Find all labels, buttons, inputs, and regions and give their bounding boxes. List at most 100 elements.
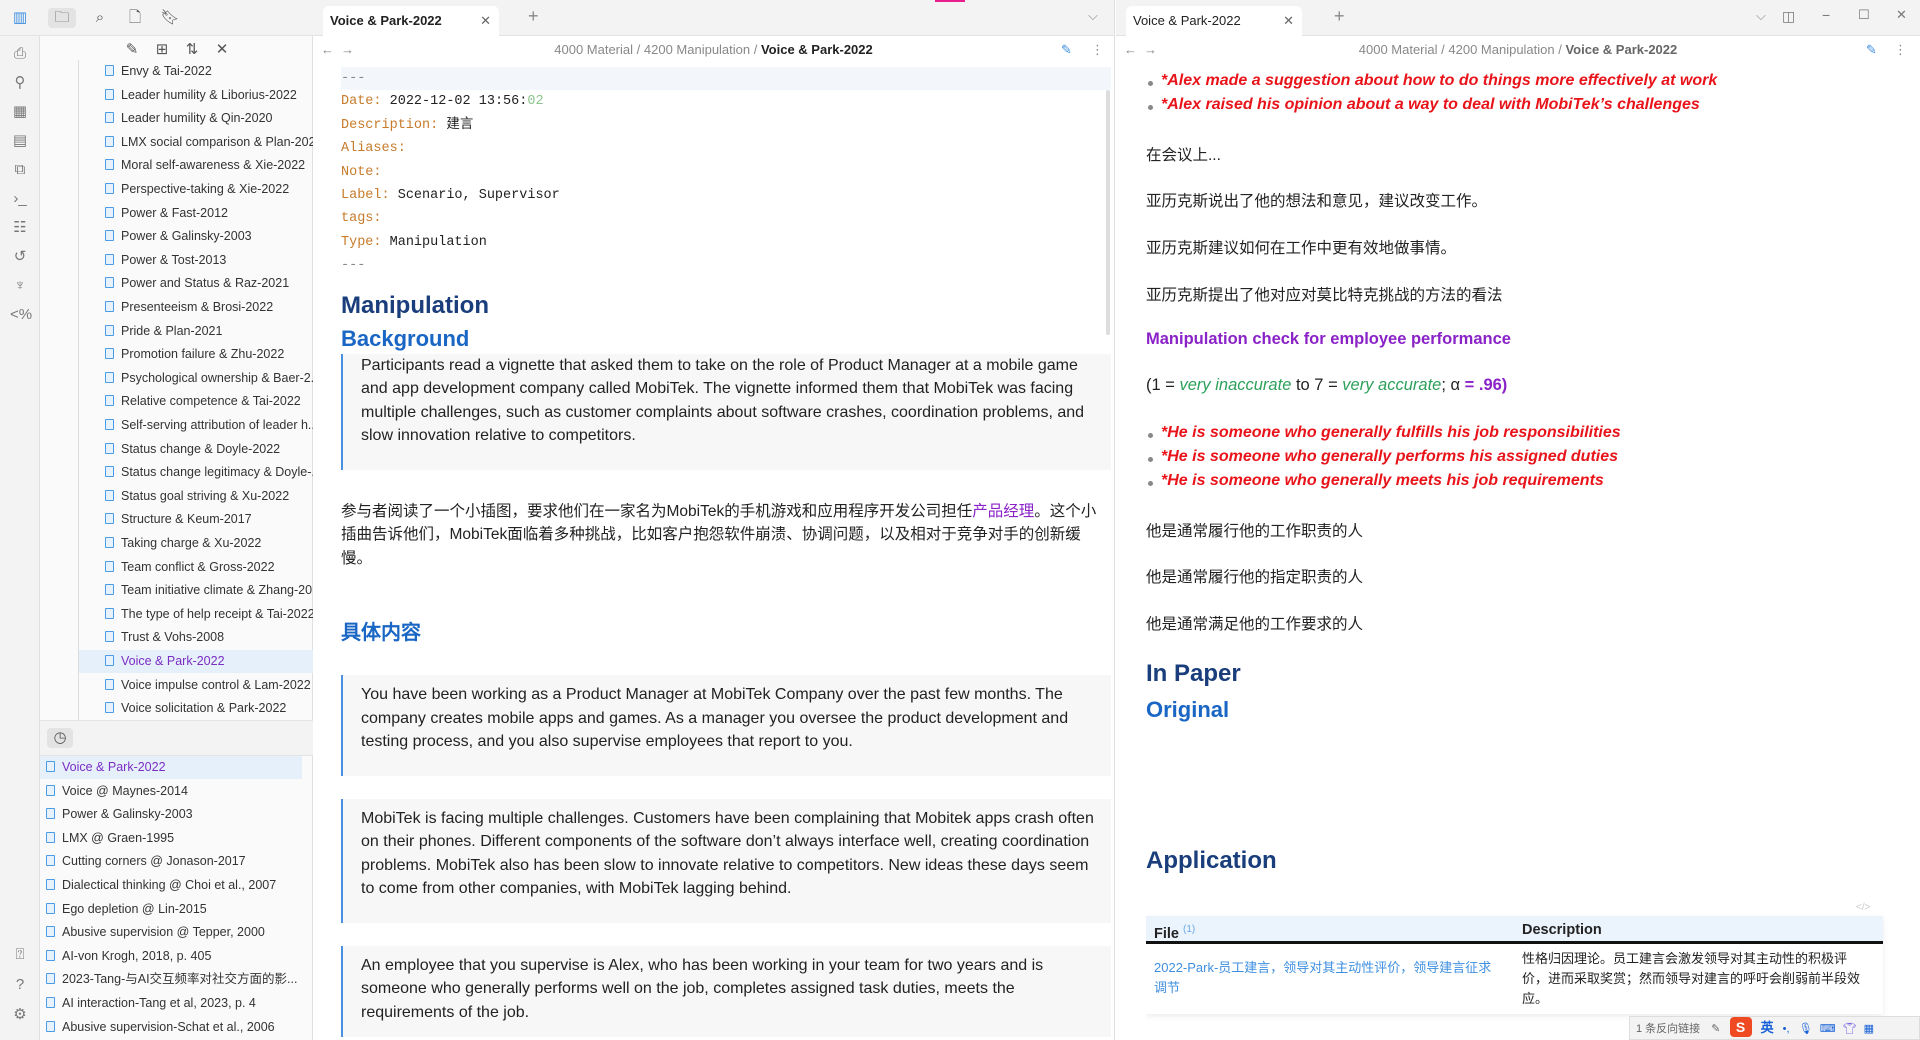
file-item[interactable]: Cutting corners @ Jonason-2017 <box>40 850 302 873</box>
file-item[interactable]: Status goal striving & Xu-2022 <box>79 485 340 508</box>
tab-voice-park[interactable]: Voice & Park-2022 ✕ <box>323 6 499 36</box>
file-item[interactable]: Voice & Park-2022 <box>79 650 340 673</box>
file-item[interactable]: Dialectical thinking @ Choi et al., 2007 <box>40 874 302 897</box>
more-options-icon[interactable]: ⋮ <box>1894 36 1907 64</box>
file-item[interactable]: Self-serving attribution of leader h... <box>79 414 340 437</box>
skin-icon[interactable]: 👕︎ <box>1843 1023 1857 1035</box>
new-folder-icon[interactable]: ⊞ <box>150 40 174 60</box>
sort-icon[interactable]: ⇅ <box>180 40 204 60</box>
chevron-down-icon[interactable]: ⌵ <box>1088 8 1098 24</box>
calendar-icon[interactable]: ▤ <box>10 131 30 151</box>
file-item[interactable]: Status change & Doyle-2022 <box>79 438 340 461</box>
tab-voice-park[interactable]: Voice & Park-2022 ✕ <box>1126 6 1302 36</box>
file-icon <box>105 65 114 76</box>
crumb-item[interactable]: 4200 Manipulation <box>644 42 750 57</box>
chevron-down-icon[interactable]: ⌵ <box>1756 8 1766 24</box>
file-item[interactable]: Taking charge & Xu-2022 <box>79 532 340 555</box>
ime-language[interactable]: 英 <box>1761 1020 1774 1035</box>
microphone-icon[interactable]: 🎙︎ <box>1799 1023 1813 1035</box>
bone-icon[interactable]: ♆ <box>10 276 30 296</box>
file-item[interactable]: Relative competence & Tai-2022 <box>79 390 340 413</box>
file-search-icon[interactable]: ⎙ <box>10 44 30 64</box>
pencil-icon[interactable]: ✎ <box>1711 1023 1720 1035</box>
edit-icon[interactable]: ✎ <box>1061 36 1072 64</box>
col-description[interactable]: Description <box>1522 916 1602 944</box>
new-note-icon[interactable]: ✎ <box>120 40 144 60</box>
code-icon[interactable]: </> <box>1856 902 1870 913</box>
file-item[interactable]: Promotion failure & Zhu-2022 <box>79 343 340 366</box>
file-item[interactable]: Trust & Vohs-2008 <box>79 626 340 649</box>
ime-logo-icon[interactable]: S <box>1729 1017 1752 1037</box>
file-item[interactable]: LMX @ Graen-1995 <box>40 827 302 850</box>
file-item[interactable]: 2023-Tang-与AI交互频率对社交方面的影... <box>40 968 302 991</box>
close-tab-icon[interactable]: ✕ <box>1283 6 1294 36</box>
file-item[interactable]: Presenteeism & Brosi-2022 <box>79 296 340 319</box>
file-item[interactable]: Voice & Park-2022 <box>40 756 302 779</box>
file-icon <box>46 1020 55 1032</box>
crumb-item[interactable]: 4000 Material <box>554 42 633 57</box>
punctuation-icon[interactable]: •, <box>1783 1023 1790 1035</box>
file-item[interactable]: Voice impulse control & Lam-2022 <box>79 674 340 697</box>
file-item[interactable]: Voice @ Maynes-2014 <box>40 780 302 803</box>
paragraph: 亚历克斯说出了他的想法和意见，建议改变工作。 <box>1146 193 1488 210</box>
grid-icon[interactable]: ▦ <box>10 102 30 122</box>
minimize-icon[interactable]: − <box>1822 7 1830 23</box>
search-icon[interactable]: ⌕ <box>88 8 112 28</box>
help-icon[interactable]: ? <box>10 975 30 995</box>
sidebar-toggle-icon[interactable]: ▥ <box>8 8 32 28</box>
file-item[interactable]: AI interaction-Tang et al, 2023, p. 4 <box>40 992 302 1015</box>
backlinks-count[interactable]: 1 条反向链接 <box>1636 1023 1700 1035</box>
table-icon[interactable]: ☷ <box>10 218 30 238</box>
file-item[interactable]: The type of help receipt & Tai-2022 <box>79 603 340 626</box>
file-item[interactable]: Leader humility & Qin-2020 <box>79 107 340 130</box>
new-tab-icon[interactable]: + <box>528 6 539 27</box>
template-icon[interactable]: <% <box>10 305 32 325</box>
file-item[interactable]: Power & Tost-2013 <box>79 249 340 272</box>
file-item[interactable]: Abusive supervision-Schat et al., 2006 <box>40 1016 302 1039</box>
new-tab-icon[interactable]: + <box>1334 6 1345 27</box>
folder-icon[interactable]: 🗀 <box>48 8 76 28</box>
close-window-icon[interactable]: ✕ <box>1896 7 1907 23</box>
file-item[interactable]: Envy & Tai-2022 <box>79 60 340 83</box>
table-row: 2022-Park-员工建言，领导对其主动性评价，领导建言征求调节 性格归因理论… <box>1146 944 1883 1014</box>
file-item[interactable]: Pride & Plan-2021 <box>79 320 340 343</box>
scrollbar[interactable] <box>1106 90 1110 335</box>
file-item[interactable]: Team initiative climate & Zhang-20... <box>79 579 340 602</box>
edit-icon[interactable]: ✎ <box>1866 36 1877 64</box>
file-item[interactable]: Power & Galinsky-2003 <box>40 803 302 826</box>
file-item[interactable]: Power & Galinsky-2003 <box>79 225 340 248</box>
crumb-item[interactable]: 4200 Manipulation <box>1448 42 1554 57</box>
file-item[interactable]: Abusive supervision @ Tepper, 2000 <box>40 921 302 944</box>
file-link[interactable]: 2022-Park-员工建言，领导对其主动性评价，领导建言征求调节 <box>1154 958 1499 998</box>
more-options-icon[interactable]: ⋮ <box>1091 36 1104 64</box>
file-item[interactable]: Moral self-awareness & Xie-2022 <box>79 154 340 177</box>
file-item[interactable]: Power and Status & Raz-2021 <box>79 272 340 295</box>
keyboard-icon[interactable]: ⌨ <box>1820 1023 1836 1035</box>
clock-icon[interactable]: ◷ <box>47 728 73 748</box>
settings-icon[interactable]: ⚙ <box>10 1005 30 1025</box>
history-icon[interactable]: ↺ <box>10 247 30 267</box>
close-tab-icon[interactable]: ✕ <box>480 6 491 36</box>
file-item[interactable]: Perspective-taking & Xie-2022 <box>79 178 340 201</box>
graph-icon[interactable]: ⚲ <box>10 73 30 93</box>
file-item[interactable]: Status change legitimacy & Doyle-... <box>79 461 340 484</box>
vault-icon[interactable]: ⍰ <box>10 945 30 965</box>
terminal-icon[interactable]: ›_ <box>10 189 30 209</box>
file-item[interactable]: Team conflict & Gross-2022 <box>79 556 340 579</box>
file-icon[interactable]: 🗋 <box>123 8 147 28</box>
crumb-item[interactable]: 4000 Material <box>1359 42 1438 57</box>
file-item[interactable]: Power & Fast-2012 <box>79 202 340 225</box>
file-item[interactable]: AI-von Krogh, 2018, p. 405 <box>40 945 302 968</box>
file-item[interactable]: Psychological ownership & Baer-2... <box>79 367 340 390</box>
bookmark-icon[interactable]: 🔖︎ <box>158 8 182 28</box>
toolbox-icon[interactable]: ▦ <box>1864 1023 1874 1035</box>
collapse-icon[interactable]: ✕ <box>210 40 234 60</box>
split-view-icon[interactable]: ◫ <box>1782 8 1795 25</box>
maximize-icon[interactable]: ☐ <box>1858 7 1870 23</box>
copy-icon[interactable]: ⧉ <box>10 160 30 180</box>
file-item[interactable]: LMX social comparison & Plan-2021 <box>79 131 340 154</box>
file-item[interactable]: Voice solicitation & Park-2022 <box>79 697 340 720</box>
file-item[interactable]: Structure & Keum-2017 <box>79 508 340 531</box>
file-item[interactable]: Leader humility & Liborius-2022 <box>79 84 340 107</box>
file-item[interactable]: Ego depletion @ Lin-2015 <box>40 898 302 921</box>
